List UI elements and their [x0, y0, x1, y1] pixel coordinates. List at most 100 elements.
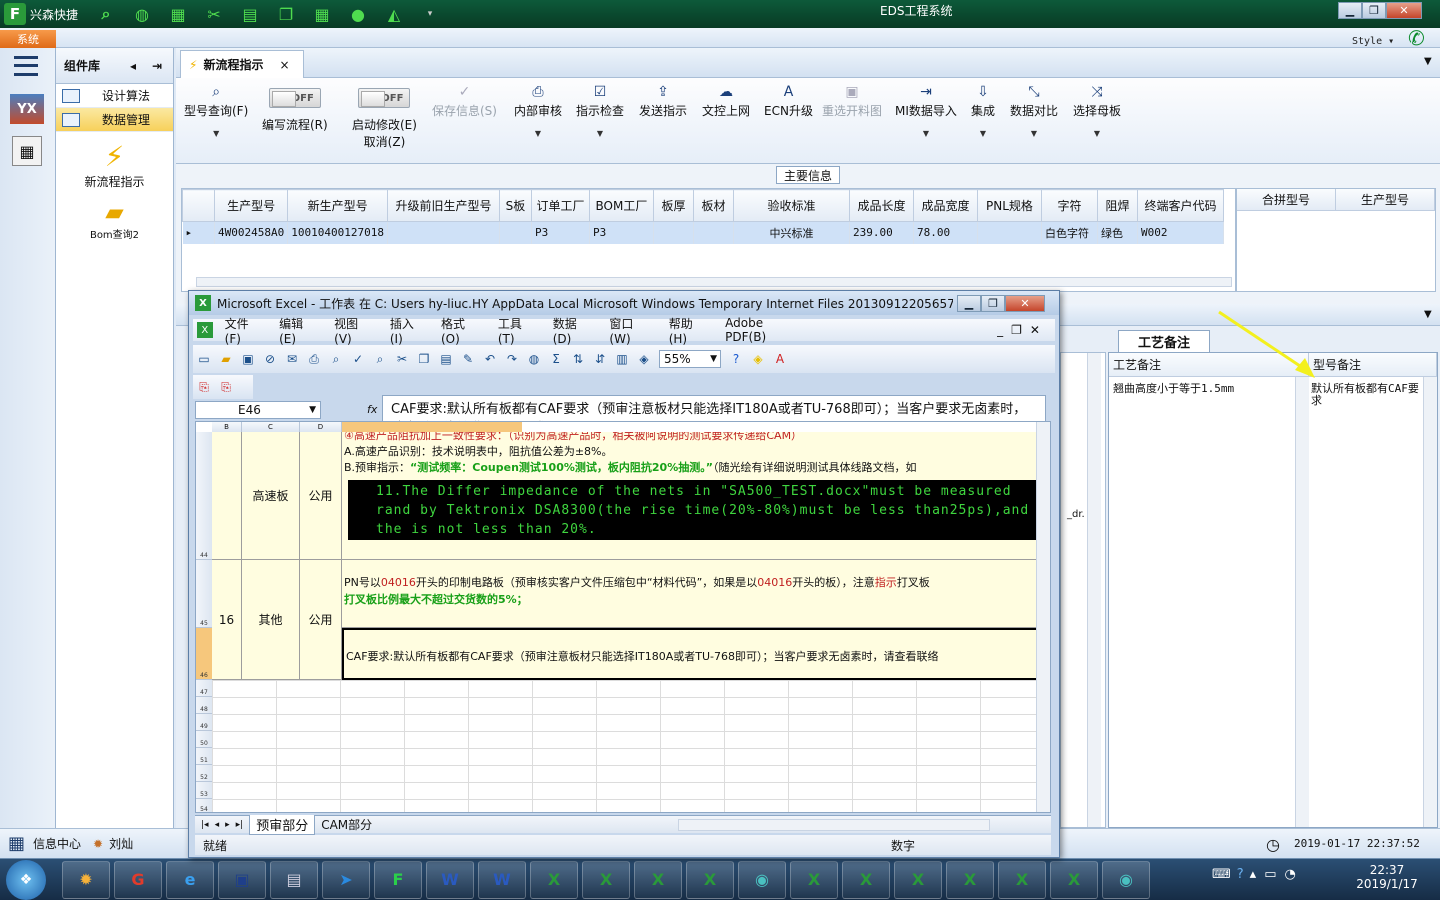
- sort-asc-icon[interactable]: ⇅: [569, 350, 587, 368]
- row-number[interactable]: 49: [196, 714, 212, 731]
- table-row[interactable]: ▸ 4W002458A0 10010400127018 P3 P3 中兴标准 2…: [182, 221, 1224, 244]
- excel-icon[interactable]: X: [790, 860, 838, 899]
- model-remark-text[interactable]: 默认所有板都有CAF要求: [1311, 383, 1419, 407]
- row-number[interactable]: 48: [196, 697, 212, 714]
- grid-col-header[interactable]: 成品宽度: [912, 189, 978, 222]
- sheet-tab-preview[interactable]: 预审部分: [249, 814, 316, 835]
- grid-cell[interactable]: P3: [531, 221, 590, 244]
- font-color-icon[interactable]: A: [771, 350, 789, 368]
- grid-col-header[interactable]: 订单工厂: [530, 189, 590, 222]
- big-item-new-flow[interactable]: ⚡ 新流程指示: [56, 140, 173, 190]
- horizontal-scrollbar[interactable]: [678, 818, 991, 831]
- next-sheet-icon[interactable]: ▸: [225, 820, 230, 830]
- cell-d44[interactable]: 公用: [300, 432, 342, 560]
- row-number[interactable]: 47: [196, 680, 212, 697]
- open-icon[interactable]: ▰: [217, 350, 235, 368]
- pdf-convert-icon[interactable]: ⎘: [195, 378, 213, 396]
- menu-adobe-pdf[interactable]: Adobe PDF(B): [725, 316, 806, 344]
- start-modify-toggle[interactable]: OFF: [358, 88, 411, 108]
- grid-cell[interactable]: [977, 221, 1042, 244]
- menu-window[interactable]: 窗口(W): [609, 315, 653, 346]
- research-icon[interactable]: ⌕: [371, 350, 389, 368]
- excel-icon[interactable]: X: [686, 860, 734, 899]
- menu-view[interactable]: 视图(V): [334, 315, 375, 346]
- grid-col-header[interactable]: 合拼型号: [1237, 189, 1336, 210]
- close-button[interactable]: ✕: [1386, 2, 1422, 19]
- cell-e45[interactable]: PN号以04016开头的印制电路板（预审核实客户文件压缩包中“材料代码”，如果是…: [342, 560, 1038, 628]
- worksheet[interactable]: B C D 44 高速板 公用 ④高速产品阻抗加上一致性要求：（识别为高速产品时…: [195, 421, 1051, 813]
- big-item-bom-query[interactable]: ▰ Bom查询2: [56, 198, 173, 241]
- send-button[interactable]: ⇪ 发送指示: [639, 84, 687, 119]
- cell-d45[interactable]: 公用: [300, 560, 342, 680]
- menu-tools[interactable]: 工具(T): [498, 315, 538, 346]
- grid-col-header[interactable]: 升级前旧生产型号: [386, 189, 500, 222]
- excel-icon[interactable]: X: [530, 860, 578, 899]
- files-app-icon[interactable]: ▤: [270, 860, 318, 899]
- select-mother-button[interactable]: ⤨ 选择母板 ▼: [1073, 84, 1121, 138]
- doc-close-icon[interactable]: ✕: [1030, 323, 1040, 337]
- nav-item-design-algorithm[interactable]: 设计算法: [56, 84, 173, 108]
- row-number[interactable]: 45: [196, 560, 212, 628]
- eye-app-icon[interactable]: ◉: [738, 860, 786, 899]
- grid-horizontal-scrollbar[interactable]: [196, 277, 1232, 287]
- excel-icon[interactable]: X: [894, 860, 942, 899]
- row-number[interactable]: 54: [196, 799, 212, 812]
- cell-e46[interactable]: CAF要求:默认所有板都有CAF要求（预审注意板材只能选择IT180A或者TU-…: [342, 628, 1038, 680]
- fill-color-icon[interactable]: ◈: [749, 350, 767, 368]
- keyboard-icon[interactable]: ⌨: [1212, 867, 1231, 882]
- monitor-icon[interactable]: ▭: [1264, 867, 1276, 882]
- row-number[interactable]: 51: [196, 748, 212, 765]
- excel-minimize-button[interactable]: ▁: [957, 294, 981, 312]
- reselect-button[interactable]: ▣ 重选开料图: [822, 84, 882, 119]
- grid-col-header[interactable]: 字符: [1040, 189, 1098, 222]
- pdf-mail-icon[interactable]: ⎘: [217, 378, 235, 396]
- eds-app-icon[interactable]: F: [374, 860, 422, 899]
- menu-help[interactable]: 帮助(H): [669, 315, 710, 346]
- info-center-label[interactable]: 信息中心: [33, 835, 81, 852]
- cell-e44[interactable]: ④高速产品阻抗加上一致性要求：（识别为高速产品时，相关被阿说明的测试要求传递给C…: [342, 432, 1038, 560]
- g-app-icon[interactable]: G: [114, 860, 162, 899]
- excel-icon[interactable]: X: [1050, 860, 1098, 899]
- excel-icon[interactable]: X: [998, 860, 1046, 899]
- row-number[interactable]: 44: [196, 432, 212, 560]
- selected-column-header[interactable]: [342, 422, 522, 432]
- excel-icon[interactable]: X: [946, 860, 994, 899]
- copy-icon[interactable]: ❐: [415, 350, 433, 368]
- start-button-icon[interactable]: ❖: [6, 859, 46, 900]
- film-icon[interactable]: ▤: [239, 3, 261, 25]
- phone-icon[interactable]: ✆: [1408, 26, 1425, 50]
- column-header[interactable]: C: [242, 422, 300, 432]
- excel-icon[interactable]: X: [634, 860, 682, 899]
- grid-cell[interactable]: [653, 221, 694, 244]
- eye-app-icon[interactable]: ◉: [1102, 860, 1150, 899]
- grid-icon[interactable]: ▦: [167, 3, 189, 25]
- network-icon[interactable]: ◔: [1285, 867, 1296, 882]
- tray-clock[interactable]: 22:37 2019/1/17: [1352, 863, 1422, 891]
- excel-icon[interactable]: X: [842, 860, 890, 899]
- mail-icon[interactable]: ✉: [283, 350, 301, 368]
- save-app-icon[interactable]: ▣: [218, 860, 266, 899]
- print-icon[interactable]: ⎙: [305, 350, 323, 368]
- menu-format[interactable]: 格式(O): [441, 315, 483, 346]
- last-sheet-icon[interactable]: ▸|: [236, 820, 244, 830]
- grid-cell[interactable]: 4W002458A0: [214, 221, 289, 244]
- integrate-button[interactable]: ⇩ 集成 ▼: [971, 84, 995, 138]
- calculator-icon[interactable]: ▦: [12, 136, 42, 166]
- edit-flow-toggle[interactable]: OFF: [268, 88, 321, 108]
- menu-data[interactable]: 数据(D): [553, 315, 595, 346]
- grid-col-header[interactable]: 生产型号: [213, 189, 289, 222]
- cut-icon[interactable]: ✂: [393, 350, 411, 368]
- drawing-icon[interactable]: ◈: [635, 350, 653, 368]
- chevron-down-icon[interactable]: ▼: [1424, 56, 1432, 67]
- search-icon[interactable]: ⌕: [95, 3, 117, 25]
- user-icon[interactable]: ●: [347, 3, 369, 25]
- help-icon[interactable]: ?: [1237, 867, 1244, 882]
- save-button[interactable]: ✓ 保存信息(S): [432, 84, 497, 119]
- row-number[interactable]: 46: [196, 628, 212, 680]
- cell-b45[interactable]: 16: [212, 560, 242, 680]
- grid-cell[interactable]: 绿色: [1097, 221, 1138, 244]
- word-icon[interactable]: W: [426, 860, 474, 899]
- menu-file[interactable]: 文件(F): [225, 315, 264, 346]
- empty-grid-cells[interactable]: [212, 680, 1038, 812]
- minimize-button[interactable]: ▁: [1338, 2, 1362, 19]
